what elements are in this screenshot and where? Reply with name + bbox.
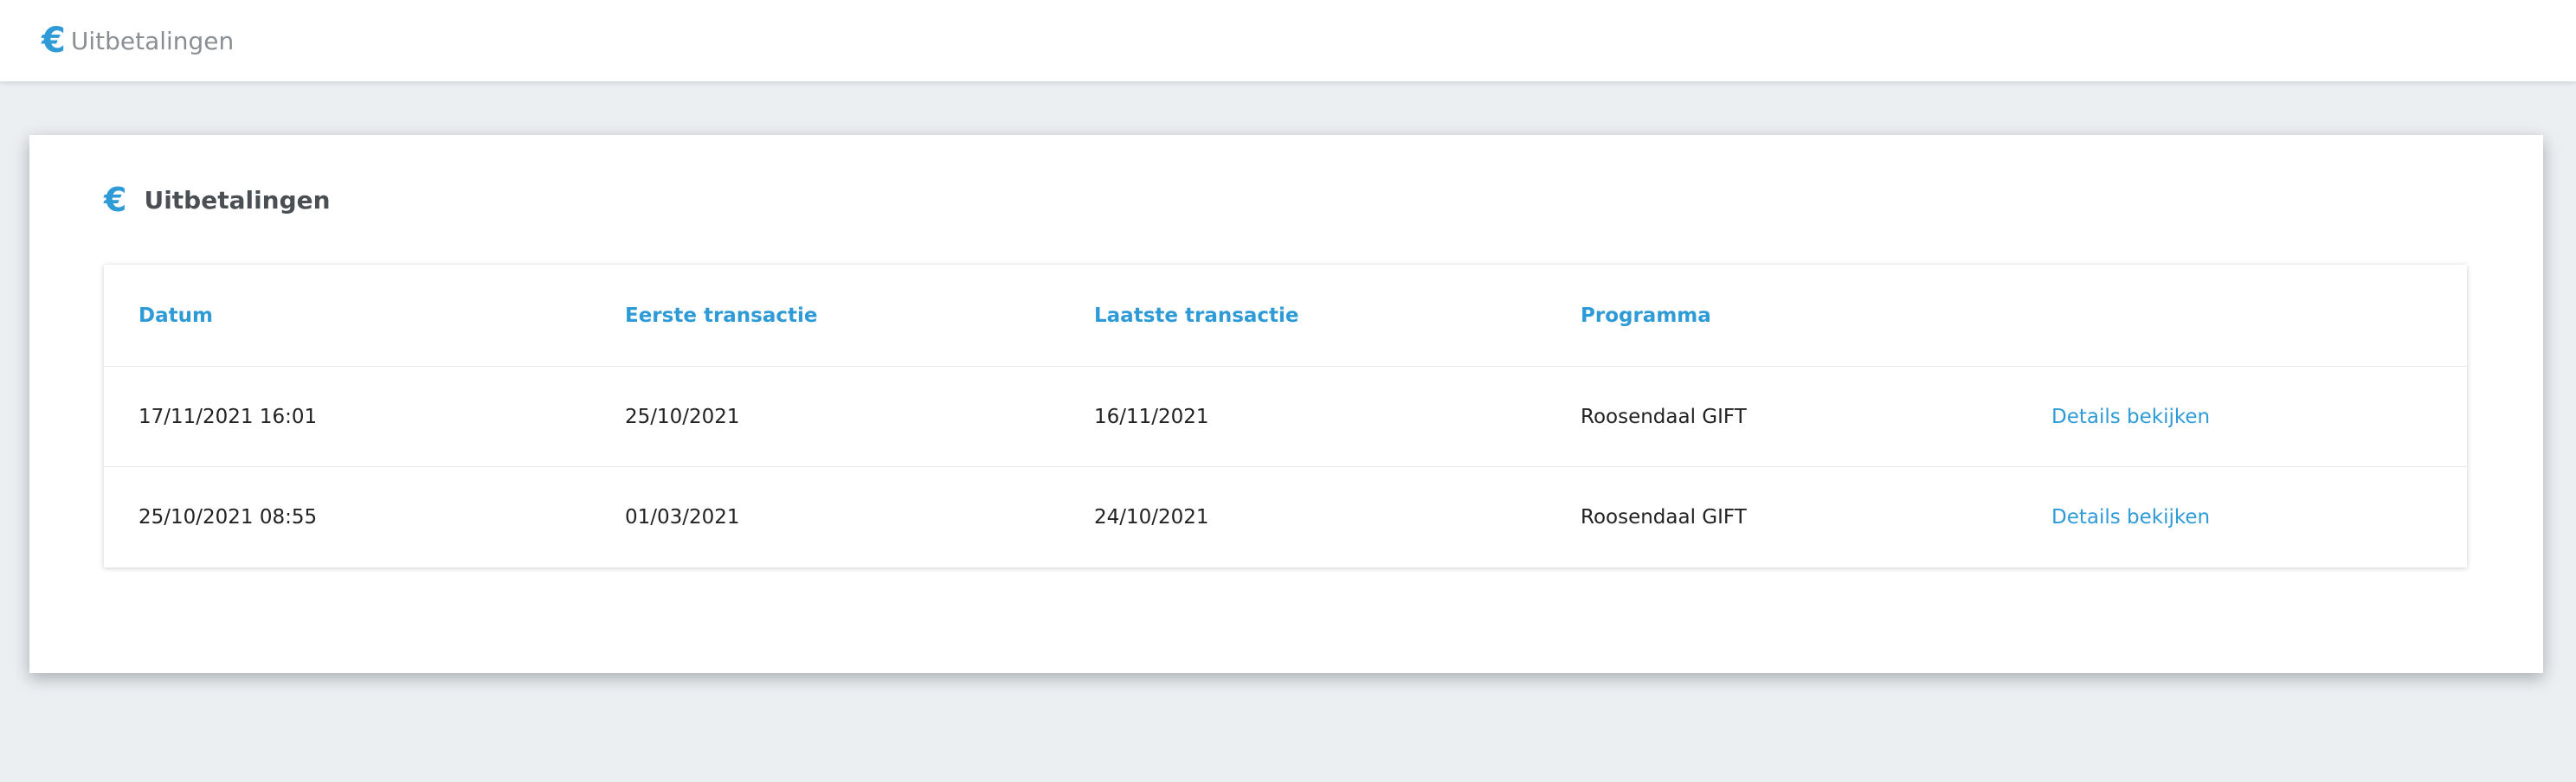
euro-icon: €	[104, 181, 127, 219]
payouts-table: Datum Eerste transactie Laatste transact…	[104, 265, 2467, 567]
details-link[interactable]: Details bekijken	[2051, 367, 2210, 466]
topbar-title: Uitbetalingen	[70, 26, 235, 55]
column-header-datum[interactable]: Datum	[138, 265, 213, 366]
table-row: 25/10/2021 08:55 01/03/2021 24/10/2021 R…	[104, 467, 2467, 567]
euro-icon: €	[42, 21, 66, 61]
card-header: € Uitbetalingen	[104, 183, 331, 216]
cell-datum: 25/10/2021 08:55	[138, 506, 318, 529]
card-title: Uitbetalingen	[144, 185, 331, 215]
table-row: 17/11/2021 16:01 25/10/2021 16/11/2021 R…	[104, 367, 2467, 467]
details-link[interactable]: Details bekijken	[2051, 467, 2210, 567]
top-bar: € Uitbetalingen	[0, 0, 2576, 81]
cell-laatste-transactie: 16/11/2021	[1094, 405, 1209, 428]
column-header-laatste-transactie[interactable]: Laatste transactie	[1094, 265, 1299, 366]
cell-eerste-transactie: 25/10/2021	[625, 405, 740, 428]
payouts-card: € Uitbetalingen Datum Eerste transactie …	[29, 135, 2543, 673]
table-header-row: Datum Eerste transactie Laatste transact…	[104, 265, 2467, 367]
cell-programma: Roosendaal GIFT	[1581, 506, 1747, 529]
cell-eerste-transactie: 01/03/2021	[625, 506, 740, 529]
column-header-eerste-transactie[interactable]: Eerste transactie	[625, 265, 818, 366]
cell-datum: 17/11/2021 16:01	[138, 405, 318, 428]
column-header-programma[interactable]: Programma	[1581, 265, 1711, 366]
cell-programma: Roosendaal GIFT	[1581, 405, 1747, 428]
cell-laatste-transactie: 24/10/2021	[1094, 506, 1209, 529]
